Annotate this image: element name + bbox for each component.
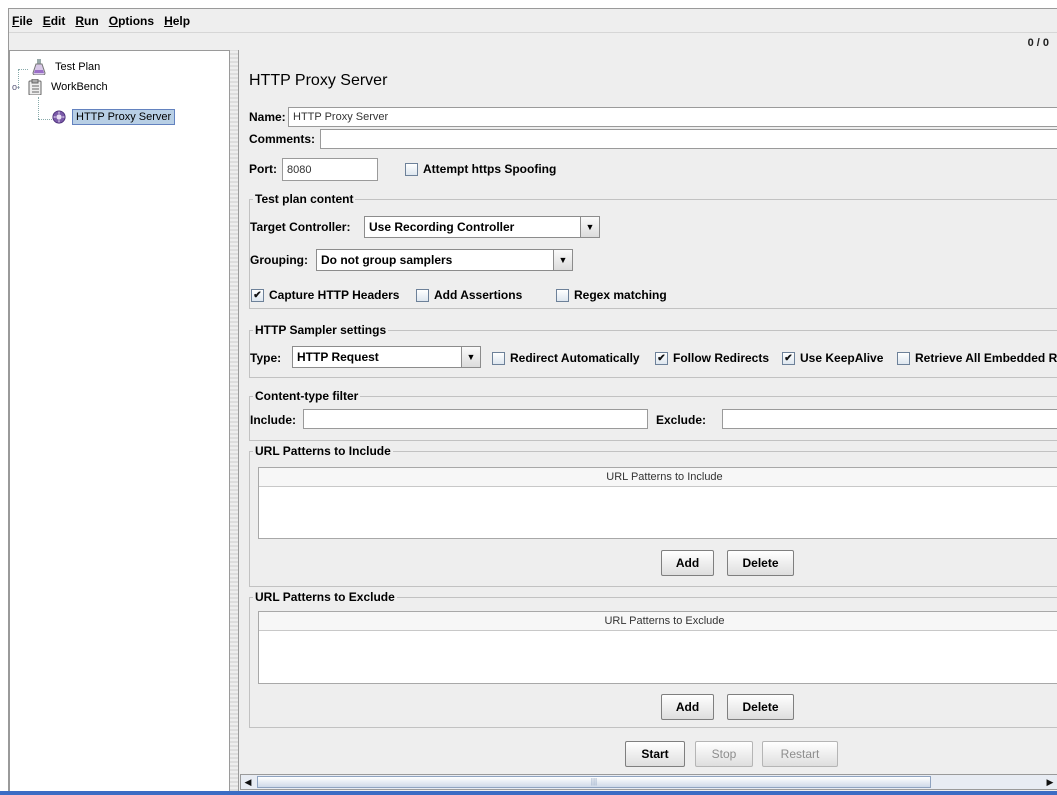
exclude-add-button[interactable]: Add xyxy=(661,694,714,720)
dropdown-arrow-icon: ▼ xyxy=(580,217,599,237)
regex-matching-checkbox[interactable]: Regex matching xyxy=(556,288,667,302)
grouping-dropdown[interactable]: Do not group samplers ▼ xyxy=(316,249,573,271)
port-label: Port: xyxy=(249,162,277,176)
menu-options[interactable]: Options xyxy=(109,14,154,28)
split-pane-divider[interactable] xyxy=(230,50,239,795)
grouping-label: Grouping: xyxy=(250,253,308,267)
url-include-table[interactable]: URL Patterns to Include xyxy=(258,467,1057,539)
test-plan-content-group: Test plan content Target Controller: Use… xyxy=(249,192,1057,309)
tree-connector xyxy=(38,97,39,119)
menu-help[interactable]: Help xyxy=(164,14,190,28)
capture-http-headers-checkbox[interactable]: ✔ Capture HTTP Headers xyxy=(251,288,399,302)
group-title: Test plan content xyxy=(253,192,356,206)
url-exclude-table[interactable]: URL Patterns to Exclude xyxy=(258,611,1057,684)
checkbox-checked-icon: ✔ xyxy=(655,351,668,365)
stop-button[interactable]: Stop xyxy=(695,741,753,767)
horizontal-scrollbar[interactable]: ◀ ||| ▶ xyxy=(240,774,1057,790)
checkbox-box xyxy=(897,351,910,365)
tree-expand-handle-icon[interactable]: o- xyxy=(12,82,24,92)
tree-connector xyxy=(38,119,52,120)
status-counter: 0 / 0 xyxy=(1027,37,1049,49)
follow-redirects-checkbox[interactable]: ✔ Follow Redirects xyxy=(655,351,769,365)
http-sampler-settings-group: HTTP Sampler settings Type: HTTP Request… xyxy=(249,323,1057,378)
proxy-config-panel: HTTP Proxy Server Name: HTTP Proxy Serve… xyxy=(240,50,1057,773)
target-controller-dropdown[interactable]: Use Recording Controller ▼ xyxy=(364,216,600,238)
tree-item-test-plan[interactable]: Test Plan xyxy=(32,59,103,75)
checkbox-box xyxy=(556,288,569,302)
tree-item-http-proxy-server[interactable]: HTTP Proxy Server xyxy=(52,109,176,125)
menu-edit[interactable]: Edit xyxy=(43,14,66,28)
exclude-filter-field[interactable] xyxy=(722,409,1057,429)
checkbox-box xyxy=(492,351,505,365)
checkbox-checked-icon: ✔ xyxy=(251,288,264,302)
type-label: Type: xyxy=(250,351,282,365)
application-window: File Edit Run Options Help 0 / 0 Test Pl… xyxy=(8,8,1057,795)
sampler-type-dropdown[interactable]: HTTP Request ▼ xyxy=(292,346,481,368)
menu-file[interactable]: File xyxy=(12,14,33,28)
scrollbar-thumb[interactable]: ||| xyxy=(257,776,931,788)
use-keepalive-checkbox[interactable]: ✔ Use KeepAlive xyxy=(782,351,883,365)
checkbox-checked-icon: ✔ xyxy=(782,351,795,365)
include-label: Include: xyxy=(250,413,297,427)
name-field[interactable]: HTTP Proxy Server xyxy=(288,107,1057,127)
dropdown-arrow-icon: ▼ xyxy=(553,250,572,270)
exclude-delete-button[interactable]: Delete xyxy=(727,694,794,720)
group-title: Content-type filter xyxy=(253,389,361,403)
redirect-automatically-checkbox[interactable]: Redirect Automatically xyxy=(492,351,640,365)
clipboard-icon xyxy=(28,79,42,95)
checkbox-box xyxy=(416,288,429,302)
table-column-header: URL Patterns to Include xyxy=(259,468,1057,487)
menu-bar: File Edit Run Options Help xyxy=(9,9,1057,33)
include-add-button[interactable]: Add xyxy=(661,550,714,576)
group-title: HTTP Sampler settings xyxy=(253,323,389,337)
add-assertions-checkbox[interactable]: Add Assertions xyxy=(416,288,522,302)
dropdown-arrow-icon: ▼ xyxy=(461,347,480,367)
retrieve-all-embedded-checkbox[interactable]: Retrieve All Embedded Res xyxy=(897,351,1057,365)
scroll-right-arrow-icon[interactable]: ▶ xyxy=(1043,775,1057,789)
checkbox-box xyxy=(405,162,418,176)
proxy-gear-icon xyxy=(52,110,66,124)
include-delete-button[interactable]: Delete xyxy=(727,550,794,576)
restart-button[interactable]: Restart xyxy=(762,741,838,767)
tree-connector xyxy=(18,69,28,70)
group-title: URL Patterns to Exclude xyxy=(253,590,397,604)
comments-label: Comments: xyxy=(249,132,316,146)
target-controller-label: Target Controller: xyxy=(250,220,351,234)
comments-field[interactable] xyxy=(320,129,1057,149)
test-tree: Test Plan o- WorkBench HTTP Proxy Server xyxy=(9,50,230,795)
taskbar-edge xyxy=(0,791,1057,795)
page-title: HTTP Proxy Server xyxy=(249,72,388,89)
menu-run[interactable]: Run xyxy=(75,14,98,28)
url-exclude-group: URL Patterns to Exclude URL Patterns to … xyxy=(249,590,1057,728)
attempt-https-spoofing-checkbox[interactable]: Attempt https Spoofing xyxy=(405,162,556,176)
port-field[interactable]: 8080 xyxy=(282,158,378,181)
group-title: URL Patterns to Include xyxy=(253,444,393,458)
name-label: Name: xyxy=(249,110,286,124)
tree-item-workbench[interactable]: o- WorkBench xyxy=(12,79,111,95)
start-button[interactable]: Start xyxy=(625,741,685,767)
flask-icon xyxy=(32,59,46,75)
include-filter-field[interactable] xyxy=(303,409,648,429)
scroll-left-arrow-icon[interactable]: ◀ xyxy=(241,775,255,789)
url-include-group: URL Patterns to Include URL Patterns to … xyxy=(249,444,1057,587)
table-column-header: URL Patterns to Exclude xyxy=(259,612,1057,631)
content-type-filter-group: Content-type filter Include: Exclude: xyxy=(249,389,1057,441)
exclude-label: Exclude: xyxy=(656,413,707,427)
